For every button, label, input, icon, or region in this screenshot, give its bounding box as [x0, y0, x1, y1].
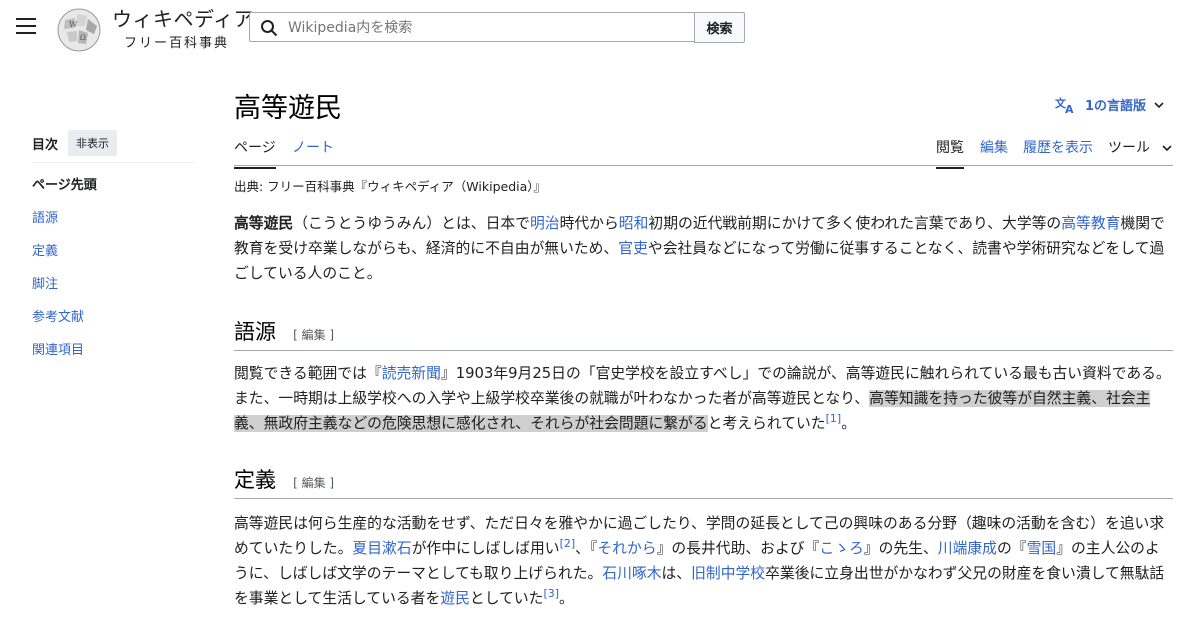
- link-old-middle-school[interactable]: 旧制中学校: [691, 565, 765, 582]
- translate-icon: 文 A: [1055, 96, 1074, 114]
- edit-section-link[interactable]: [ 編集 ]: [293, 476, 334, 490]
- menu-bar: [16, 18, 36, 20]
- section-heading-etymology: 語源 [ 編集 ]: [234, 316, 1173, 351]
- footnote-ref-2[interactable]: [2]: [560, 537, 576, 550]
- menu-bar: [16, 25, 36, 27]
- menu-bar: [16, 32, 36, 34]
- link-yumin[interactable]: 遊民: [440, 590, 470, 607]
- toc-item-related[interactable]: 関連項目: [32, 334, 194, 367]
- wordmark[interactable]: ウィキペディア フリー百科事典: [112, 8, 254, 51]
- link-yomiuri[interactable]: 読売新聞: [382, 365, 441, 382]
- tab-page[interactable]: ページ: [234, 137, 276, 169]
- page-title: 高等遊民: [234, 93, 342, 124]
- para-text: の『: [996, 540, 1027, 557]
- link-meiji[interactable]: 明治: [530, 215, 560, 232]
- page-tabs: ページ ノート 閲覧 編集 履歴を表示 ツール: [234, 129, 1173, 169]
- para-text: と考えられていた: [707, 415, 826, 432]
- wikipedia-globe-logo[interactable]: W Ω: [55, 6, 103, 54]
- table-of-contents: 目次 非表示 ページ先頭 語源 定義 脚注 参考文献 関連項目: [32, 130, 194, 367]
- link-sorekara[interactable]: それから: [597, 540, 656, 557]
- search-button[interactable]: 検索: [694, 12, 745, 43]
- lead-text: 初期の近代戦前期にかけて多く使われた言葉であり、大学等の: [648, 215, 1062, 232]
- wordmark-title: ウィキペディア: [112, 7, 255, 31]
- search-input[interactable]: [286, 13, 690, 43]
- svg-text:A: A: [1065, 103, 1074, 114]
- para-text: 』の先生、: [863, 540, 938, 557]
- para-text: 閲覧できる範囲では『: [234, 365, 382, 382]
- link-kanri[interactable]: 官吏: [618, 240, 648, 257]
- para-text: としていた: [469, 590, 544, 607]
- chevron-down-icon: [1162, 145, 1173, 152]
- toc-header: 目次 非表示: [32, 130, 194, 163]
- link-ishikawa[interactable]: 石川啄木: [602, 565, 661, 582]
- para-text: が作中にしばしば用い: [411, 540, 560, 557]
- para-text: 、『: [575, 540, 598, 557]
- toc-hide-button[interactable]: 非表示: [68, 130, 118, 156]
- link-natsume-soseki[interactable]: 夏目漱石: [352, 540, 411, 557]
- svg-text:W: W: [69, 20, 78, 29]
- footnote-ref-3[interactable]: [3]: [543, 587, 559, 600]
- edit-section-link[interactable]: [ 編集 ]: [293, 328, 334, 342]
- chevron-down-icon: [1154, 101, 1164, 108]
- etymology-paragraph: 閲覧できる範囲では『読売新聞』1903年9月25日の「官史学校を設立すべし」での…: [234, 361, 1174, 436]
- tab-talk[interactable]: ノート: [292, 137, 334, 157]
- search-box[interactable]: [249, 12, 695, 43]
- tab-tools[interactable]: ツール: [1108, 137, 1173, 157]
- para-text: は、: [661, 565, 692, 582]
- tools-label: ツール: [1108, 140, 1150, 156]
- lead-text: （こうとうゆうみん）とは、日本で: [293, 215, 530, 232]
- main-menu-button[interactable]: [16, 18, 36, 34]
- search-icon: [261, 20, 278, 37]
- tab-edit[interactable]: 編集: [980, 137, 1008, 157]
- source-line: 出典: フリー百科事典『ウィキペディア（Wikipedia）』: [234, 179, 547, 194]
- footnote-ref-1[interactable]: [1]: [826, 412, 842, 425]
- site-header: W Ω ウィキペディア フリー百科事典 検索: [0, 0, 1200, 58]
- link-yukiguni[interactable]: 雪国: [1027, 540, 1057, 557]
- link-showa[interactable]: 昭和: [619, 215, 649, 232]
- toc-item-top[interactable]: ページ先頭: [32, 169, 194, 202]
- toc-item-references[interactable]: 参考文献: [32, 301, 194, 334]
- tab-history[interactable]: 履歴を表示: [1023, 137, 1093, 157]
- link-kokoro[interactable]: こゝろ: [819, 540, 863, 557]
- para-text: 。: [559, 590, 574, 607]
- para-text: 』の長井代助、および『: [656, 540, 820, 557]
- lead-text: 時代から: [559, 215, 619, 232]
- section-title: 語源: [234, 320, 276, 344]
- tab-read[interactable]: 閲覧: [936, 137, 964, 169]
- link-kawabata[interactable]: 川端康成: [938, 540, 997, 557]
- toc-title: 目次: [32, 137, 59, 153]
- language-button[interactable]: 文 A 1の言語版: [1055, 95, 1164, 114]
- section-title: 定義: [234, 468, 276, 492]
- link-higher-education[interactable]: 高等教育: [1061, 215, 1120, 232]
- definition-paragraph: 高等遊民は何ら生産的な活動をせず、ただ日々を雅やかに過ごしたり、学問の延長として…: [234, 511, 1174, 611]
- wordmark-tagline: フリー百科事典: [124, 36, 230, 51]
- toc-item-definition[interactable]: 定義: [32, 235, 194, 268]
- lead-paragraph: 高等遊民（こうとうゆうみん）とは、日本で明治時代から昭和初期の近代戦前期にかけて…: [234, 211, 1174, 286]
- section-heading-definition: 定義 [ 編集 ]: [234, 464, 1173, 499]
- language-count: 1の言語版: [1085, 99, 1147, 114]
- lead-term: 高等遊民: [234, 215, 294, 232]
- toc-item-footnotes[interactable]: 脚注: [32, 268, 194, 301]
- svg-text:Ω: Ω: [80, 34, 86, 42]
- toc-item-etymology[interactable]: 語源: [32, 202, 194, 235]
- para-text: 。: [841, 415, 856, 432]
